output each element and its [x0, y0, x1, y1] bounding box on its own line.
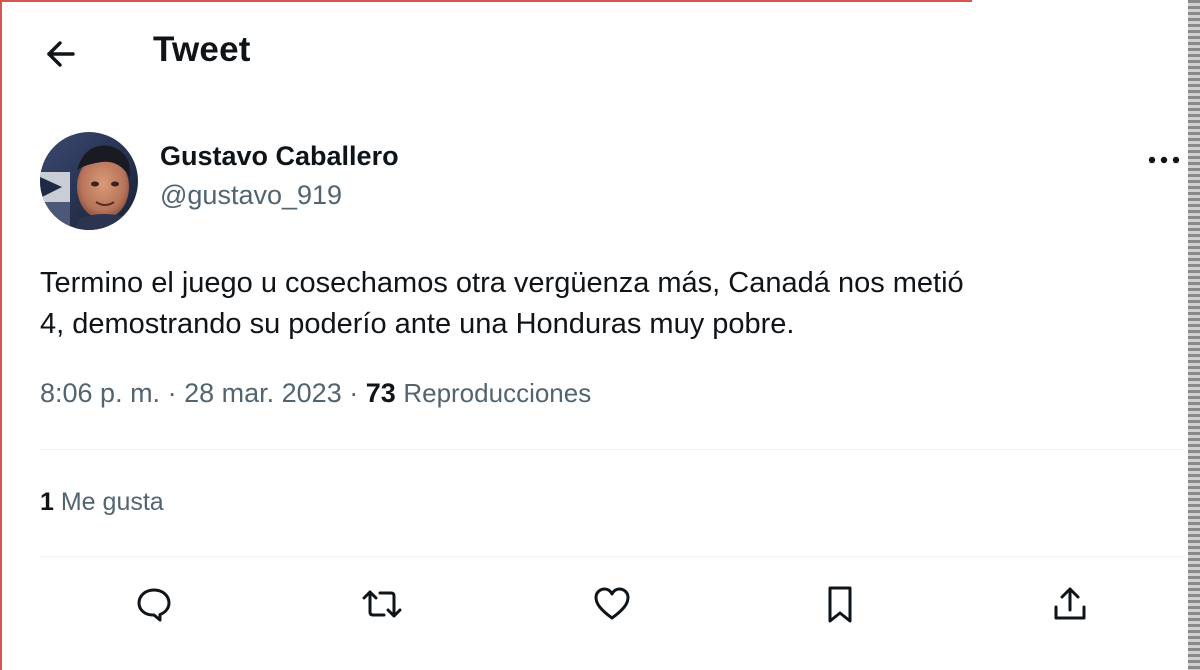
author-handle[interactable]: @gustavo_919	[160, 180, 399, 211]
tweet-header: Tweet	[0, 0, 1188, 110]
views-count: 73	[365, 378, 396, 408]
share-icon	[1054, 587, 1086, 620]
tweet-date[interactable]: 28 mar. 2023	[184, 378, 342, 408]
meta-separator: ·	[167, 378, 177, 408]
avatar[interactable]	[40, 132, 138, 230]
author-block: Gustavo Caballero @gustavo_919	[160, 141, 399, 211]
more-options-button[interactable]	[1144, 145, 1184, 175]
divider	[40, 556, 1184, 557]
scrollbar-track[interactable]	[1188, 0, 1200, 670]
retweet-icon	[362, 590, 402, 618]
tweet-meta: 8:06 p. m. · 28 mar. 2023 · 73 Reproducc…	[40, 378, 591, 409]
bookmark-button[interactable]	[818, 582, 862, 626]
tweet-text-line: 4, demostrando su poderío ante una Hondu…	[40, 308, 795, 340]
reply-button[interactable]	[132, 582, 176, 626]
avatar-photo	[40, 132, 138, 230]
retweet-button[interactable]	[360, 582, 404, 626]
tweet-text-line: Termino el juego u cosechamos otra vergü…	[40, 267, 964, 299]
like-button[interactable]	[590, 582, 634, 626]
tweet-time[interactable]: 8:06 p. m.	[40, 378, 160, 408]
likes-link[interactable]: 1 Me gusta	[40, 488, 164, 517]
tweet-text: Termino el juego u cosechamos otra vergü…	[40, 263, 1160, 345]
likes-label: Me gusta	[60, 488, 164, 516]
heart-icon	[594, 587, 630, 620]
meta-separator: ·	[349, 378, 359, 408]
arrow-left-icon	[47, 41, 75, 67]
likes-count: 1	[40, 488, 54, 516]
back-button[interactable]	[38, 34, 82, 74]
share-button[interactable]	[1048, 582, 1092, 626]
bookmark-icon	[828, 586, 852, 623]
divider	[40, 449, 1184, 450]
author-name[interactable]: Gustavo Caballero	[160, 141, 399, 172]
more-dots-icon	[1148, 156, 1180, 164]
page-title: Tweet	[153, 30, 251, 69]
views-label: Reproducciones	[403, 378, 592, 408]
reply-icon	[137, 588, 171, 622]
